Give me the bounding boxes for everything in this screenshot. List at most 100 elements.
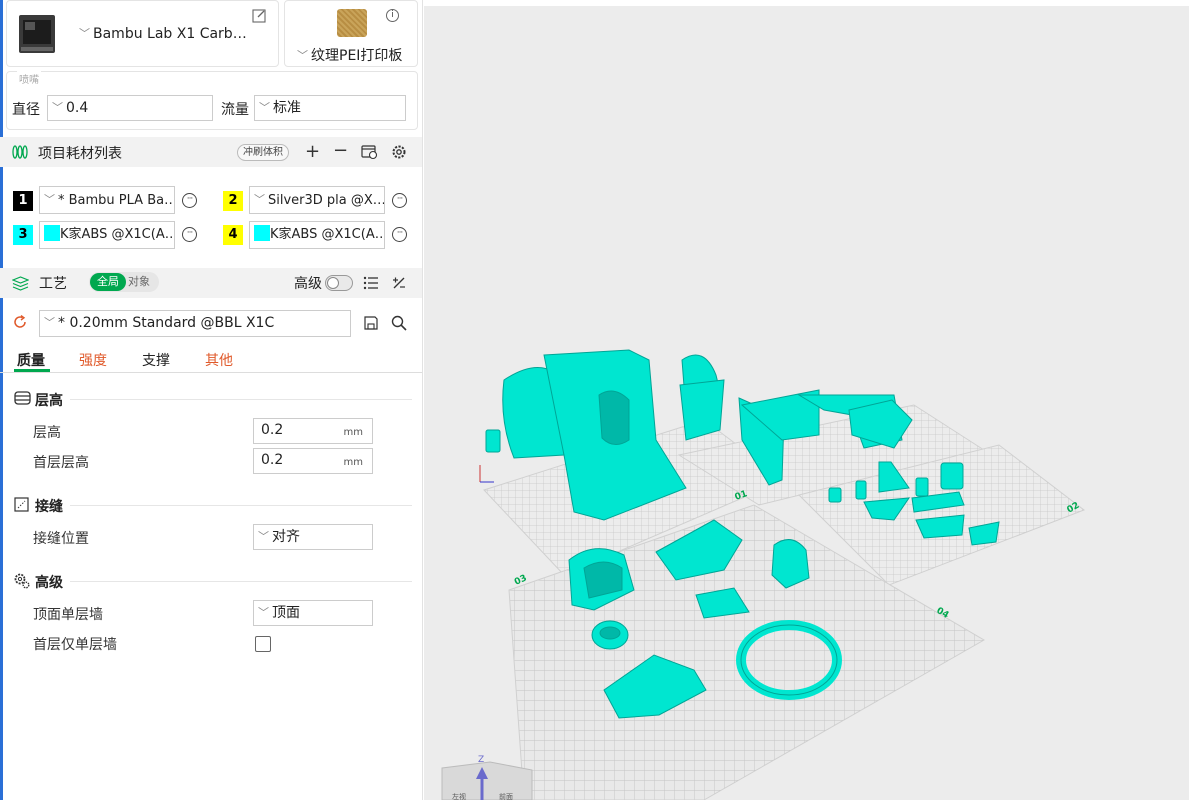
filament-number-badge[interactable]: 4: [223, 225, 243, 245]
tab-support[interactable]: 支撑: [142, 350, 170, 370]
group-divider: [70, 505, 412, 506]
edit-icon[interactable]: [252, 9, 266, 23]
compare-icon[interactable]: [391, 275, 407, 291]
filament-number-badge[interactable]: 3: [13, 225, 33, 245]
layer-height-value: 0.2: [261, 422, 284, 438]
model-part: [599, 626, 621, 640]
tab-others[interactable]: 其他: [205, 350, 233, 370]
3d-viewport[interactable]: 01 02 03 04 Z 左视 前面: [424, 0, 1189, 800]
info-icon[interactable]: i: [386, 9, 399, 22]
group-divider: [70, 581, 412, 582]
advanced-switch[interactable]: [325, 275, 353, 291]
filament-name: * Bambu PLA Ba…: [58, 193, 175, 208]
filament-number-badge[interactable]: 2: [223, 191, 243, 211]
sync-filament-icon[interactable]: [361, 144, 378, 160]
model-part: [940, 462, 964, 490]
toggle-global[interactable]: 全局: [90, 273, 126, 291]
flush-volume-button[interactable]: 冲刷体积: [237, 144, 289, 161]
flow-select[interactable]: ﹀ 标准: [254, 95, 406, 121]
first-layer-single-wall-checkbox[interactable]: [255, 636, 271, 652]
more-options-icon[interactable]: ···: [392, 227, 407, 242]
view-cube[interactable]: Z 左视 前面: [441, 755, 533, 800]
filament-color-swatch: [254, 225, 270, 241]
tab-strength[interactable]: 强度: [79, 350, 107, 370]
model-part: [679, 379, 725, 441]
global-object-toggle[interactable]: 全局 对象: [89, 272, 159, 292]
seam-group-title: 接缝: [35, 499, 63, 515]
flow-label: 流量: [221, 102, 249, 118]
filament-select[interactable]: ﹀ Silver3D pla @X…: [249, 186, 385, 214]
filament-section-title: 项目耗材列表: [38, 146, 122, 162]
flow-value: 标准: [273, 100, 301, 116]
settings-panel: ﹀ Bambu Lab X1 Carb… i ﹀ 纹理PEI打印板 喷嘴 直径 ﹀ 0…: [0, 0, 423, 800]
seam-icon: [14, 497, 29, 512]
layers-icon: [12, 276, 29, 291]
view-cube-left-label[interactable]: 左视: [452, 792, 466, 800]
chevron-down-icon: ﹀: [79, 27, 90, 40]
filament-section-header: 项目耗材列表 冲刷体积 + −: [0, 137, 422, 167]
gear-icon[interactable]: [391, 144, 407, 160]
filament-color-swatch: [44, 225, 60, 241]
plate-type-name: 纹理PEI打印板: [311, 48, 403, 64]
filament-number-badge[interactable]: 1: [13, 191, 33, 211]
seam-position-select[interactable]: ﹀ 对齐: [253, 524, 373, 550]
viewport-top-strip: [424, 0, 1189, 6]
plate-type-selector[interactable]: i ﹀ 纹理PEI打印板: [284, 0, 418, 67]
tabs-divider: [0, 372, 422, 373]
reset-icon[interactable]: [12, 314, 28, 330]
process-preset-select[interactable]: ﹀ * 0.20mm Standard @BBL X1C: [39, 310, 351, 337]
tab-quality[interactable]: 质量: [17, 350, 45, 370]
filament-name: Silver3D pla @X…: [268, 193, 385, 208]
layer-height-group-title: 层高: [35, 393, 63, 409]
filament-name: K家ABS @X1C(A…: [270, 227, 385, 242]
add-filament-icon[interactable]: +: [305, 143, 320, 161]
seam-position-label: 接缝位置: [33, 531, 89, 547]
chevron-down-icon: ﹀: [258, 530, 269, 543]
chevron-down-icon: ﹀: [297, 49, 308, 62]
origin-axis-marker: [479, 465, 494, 483]
plate-texture-image: [337, 9, 367, 37]
advanced-label: 高级: [294, 276, 322, 292]
layer-height-input[interactable]: 0.2 mm: [253, 418, 373, 444]
process-preset-name: * 0.20mm Standard @BBL X1C: [58, 315, 275, 331]
more-options-icon[interactable]: ···: [182, 193, 197, 208]
printer-selector[interactable]: ﹀ Bambu Lab X1 Carb…: [6, 0, 279, 67]
chevron-down-icon: ﹀: [52, 101, 63, 114]
switch-knob: [327, 277, 339, 289]
search-icon[interactable]: [391, 315, 407, 331]
more-options-icon[interactable]: ···: [182, 227, 197, 242]
nozzle-diameter-select[interactable]: ﹀ 0.4: [47, 95, 213, 121]
filament-spool-icon: [12, 145, 28, 159]
first-layer-height-label: 首层层高: [33, 455, 89, 471]
remove-filament-icon[interactable]: −: [333, 142, 348, 160]
chevron-down-icon: ﹀: [254, 193, 265, 206]
layer-height-label: 层高: [33, 425, 61, 441]
model-part: [915, 477, 929, 497]
process-section-header: 工艺 全局 对象 高级: [0, 268, 422, 298]
chevron-down-icon: ﹀: [44, 193, 55, 206]
chevron-down-icon: ﹀: [258, 606, 269, 619]
unit-label: mm: [343, 427, 363, 438]
nozzle-legend: 喷嘴: [17, 71, 41, 86]
save-icon[interactable]: [364, 316, 378, 330]
nozzle-group: 喷嘴 直径 ﹀ 0.4 流量 ﹀ 标准: [6, 71, 418, 130]
more-options-icon[interactable]: ···: [392, 193, 407, 208]
nozzle-diameter-label: 直径: [12, 102, 40, 118]
process-section-title: 工艺: [39, 276, 67, 292]
scene-canvas[interactable]: 01 02 03 04 Z 左视 前面: [424, 0, 1189, 800]
filament-name: K家ABS @X1C(A…: [60, 227, 175, 242]
filament-select[interactable]: K家ABS @X1C(A…: [39, 221, 175, 249]
top-single-wall-select[interactable]: ﹀ 顶面: [253, 600, 373, 626]
first-layer-height-input[interactable]: 0.2 mm: [253, 448, 373, 474]
axis-z-label: Z: [478, 755, 484, 765]
advanced-group-title: 高级: [35, 575, 63, 591]
nozzle-diameter-value: 0.4: [66, 100, 89, 116]
toggle-object[interactable]: 对象: [128, 273, 150, 291]
view-cube-front-label[interactable]: 前面: [499, 792, 513, 800]
unit-label: mm: [343, 457, 363, 468]
list-icon[interactable]: [363, 276, 379, 290]
model-part: [485, 429, 501, 453]
filament-select[interactable]: K家ABS @X1C(A…: [249, 221, 385, 249]
top-single-wall-label: 顶面单层墙: [33, 607, 103, 623]
filament-select[interactable]: ﹀ * Bambu PLA Ba…: [39, 186, 175, 214]
